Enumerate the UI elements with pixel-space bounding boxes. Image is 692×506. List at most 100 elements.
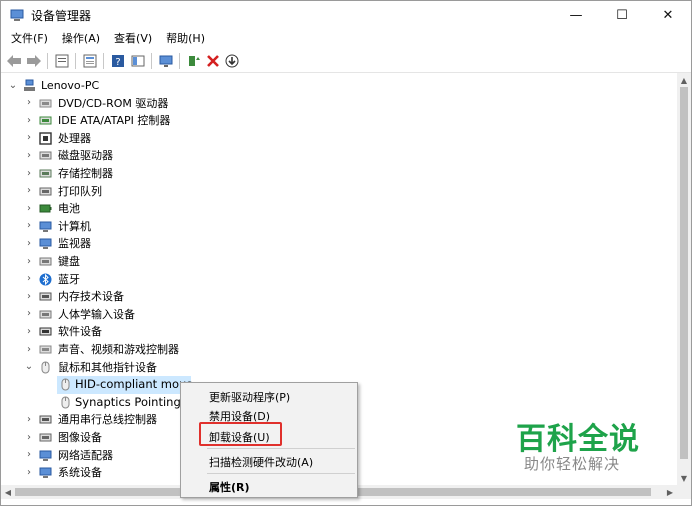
expand-arrow-icon[interactable]: › xyxy=(23,343,35,355)
expand-arrow-icon[interactable]: › xyxy=(23,202,35,214)
collapse-arrow-icon[interactable]: ⌄ xyxy=(23,361,35,373)
maximize-button[interactable]: ☐ xyxy=(599,1,645,29)
view-icon[interactable] xyxy=(129,52,147,70)
expand-arrow-icon[interactable]: › xyxy=(23,114,35,126)
ctx-update-driver[interactable]: 更新驱动程序(P) xyxy=(209,389,290,405)
tree-item-label: Synaptics Pointing D xyxy=(75,394,194,409)
tree-item[interactable]: › 人体学输入设备 xyxy=(1,306,677,324)
tree-item-label: 系统设备 xyxy=(58,466,102,480)
tree-item[interactable]: › 打印队列 xyxy=(1,183,677,201)
tree-item[interactable]: › DVD/CD-ROM 驱动器 xyxy=(1,95,677,113)
scroll-left-icon[interactable]: ◀ xyxy=(1,485,15,499)
uninstall-icon[interactable] xyxy=(204,52,222,70)
tree-item[interactable]: › 存储控制器 xyxy=(1,165,677,183)
tree-item-label: 电池 xyxy=(58,202,80,216)
tree-item[interactable]: › 监视器 xyxy=(1,235,677,253)
watermark-title: 百科全说 xyxy=(516,422,640,457)
expand-arrow-icon[interactable]: › xyxy=(23,220,35,232)
tree-item-label: 声音、视频和游戏控制器 xyxy=(58,343,179,356)
tree-item-label: 软件设备 xyxy=(58,325,102,339)
expand-arrow-icon[interactable]: › xyxy=(23,325,35,337)
toolbar: ? xyxy=(1,49,691,73)
audio-icon xyxy=(39,345,52,354)
title-bar: 设备管理器 — ☐ ✕ xyxy=(1,1,691,29)
ctx-scan-hardware[interactable]: 扫描检测硬件改动(A) xyxy=(209,454,313,470)
tree-item[interactable]: › 磁盘驱动器 xyxy=(1,147,677,165)
network-adapter-icon xyxy=(39,450,52,461)
scroll-up-icon[interactable]: ▲ xyxy=(677,73,691,87)
expand-arrow-icon[interactable]: › xyxy=(23,149,35,161)
device-manager-icon xyxy=(10,9,24,21)
toolbar-separator xyxy=(151,53,152,69)
menu-view[interactable]: 查看(V) xyxy=(107,29,159,49)
tree-item[interactable]: › 计算机 xyxy=(1,218,677,236)
properties-icon[interactable] xyxy=(53,52,71,70)
scroll-right-icon[interactable]: ▶ xyxy=(663,485,677,499)
close-button[interactable]: ✕ xyxy=(645,1,691,29)
tree-item-label: 处理器 xyxy=(58,131,91,145)
tree-item-label: HID-compliant mous xyxy=(75,377,193,392)
minimize-button[interactable]: — xyxy=(553,1,599,29)
tree-item[interactable]: › 键盘 xyxy=(1,253,677,271)
tree-item[interactable]: › 电池 xyxy=(1,200,677,218)
tree-item[interactable]: › 声音、视频和游戏控制器 xyxy=(1,341,677,359)
tree-item-label: 蓝牙 xyxy=(58,272,80,286)
scroll-down-icon[interactable]: ▼ xyxy=(677,471,691,485)
tree-root-item[interactable]: ⌄ Lenovo-PC xyxy=(1,77,677,95)
keyboard-icon xyxy=(39,257,52,266)
tree-item[interactable]: › 内存技术设备 xyxy=(1,288,677,306)
tree-item[interactable]: › 处理器 xyxy=(1,130,677,148)
system-device-icon xyxy=(39,467,52,479)
tree-item-label: 监视器 xyxy=(58,237,91,251)
help-icon[interactable]: ? xyxy=(109,52,127,70)
expand-arrow-icon[interactable]: › xyxy=(23,132,35,144)
collapse-arrow-icon[interactable]: ⌄ xyxy=(7,79,19,91)
software-device-icon xyxy=(39,327,52,336)
expand-arrow-icon[interactable]: › xyxy=(23,308,35,320)
toolbar-separator xyxy=(179,53,180,69)
mouse-icon xyxy=(61,378,70,391)
tree-item[interactable]: › 软件设备 xyxy=(1,323,677,341)
menu-file[interactable]: 文件(F) xyxy=(1,29,55,49)
monitor-icon[interactable] xyxy=(157,52,175,70)
menu-bar: 文件(F) 操作(A) 查看(V) 帮助(H) xyxy=(1,29,691,49)
menu-action[interactable]: 操作(A) xyxy=(55,29,107,49)
bluetooth-icon xyxy=(39,273,52,286)
expand-arrow-icon[interactable]: › xyxy=(23,255,35,267)
expand-arrow-icon[interactable]: › xyxy=(23,185,35,197)
show-hidden-icon[interactable] xyxy=(81,52,99,70)
vertical-scrollbar[interactable]: ▲ ▼ xyxy=(677,73,691,485)
expand-arrow-icon[interactable]: › xyxy=(23,167,35,179)
tree-item[interactable]: › IDE ATA/ATAPI 控制器 xyxy=(1,112,677,130)
scan-icon[interactable] xyxy=(223,52,241,70)
storage-controller-icon xyxy=(39,169,52,178)
tree-item-label: 打印队列 xyxy=(58,184,102,198)
battery-icon xyxy=(39,204,52,213)
expand-arrow-icon[interactable]: › xyxy=(23,97,35,109)
update-driver-icon[interactable] xyxy=(185,52,203,70)
ctx-properties[interactable]: 属性(R) xyxy=(209,479,250,495)
uninstall-highlight-box xyxy=(199,422,282,446)
monitor-icon xyxy=(39,238,52,250)
expand-arrow-icon[interactable]: › xyxy=(23,237,35,249)
tree-item-label: 内存技术设备 xyxy=(58,290,124,304)
vertical-scroll-thumb[interactable] xyxy=(680,87,688,459)
watermark-subtitle: 助你轻松解决 xyxy=(524,455,621,473)
expand-arrow-icon[interactable]: › xyxy=(23,413,35,425)
tree-item[interactable]: ⌄ 鼠标和其他指针设备 xyxy=(1,359,677,377)
expand-arrow-icon[interactable]: › xyxy=(23,273,35,285)
disk-drive-icon xyxy=(39,151,52,160)
expand-arrow-icon[interactable]: › xyxy=(23,290,35,302)
tree-item-label: 存储控制器 xyxy=(58,167,113,180)
tree-item-label: 人体学输入设备 xyxy=(58,307,135,321)
tree-item[interactable]: › 蓝牙 xyxy=(1,271,677,289)
forward-arrow-icon[interactable] xyxy=(25,52,43,70)
back-arrow-icon[interactable] xyxy=(5,52,23,70)
camera-icon xyxy=(39,433,52,442)
expand-arrow-icon[interactable]: › xyxy=(23,466,35,478)
menu-help[interactable]: 帮助(H) xyxy=(159,29,212,49)
expand-arrow-icon[interactable]: › xyxy=(23,449,35,461)
expand-arrow-icon[interactable]: › xyxy=(23,431,35,443)
computer-icon xyxy=(39,221,52,232)
printer-icon xyxy=(39,187,52,196)
